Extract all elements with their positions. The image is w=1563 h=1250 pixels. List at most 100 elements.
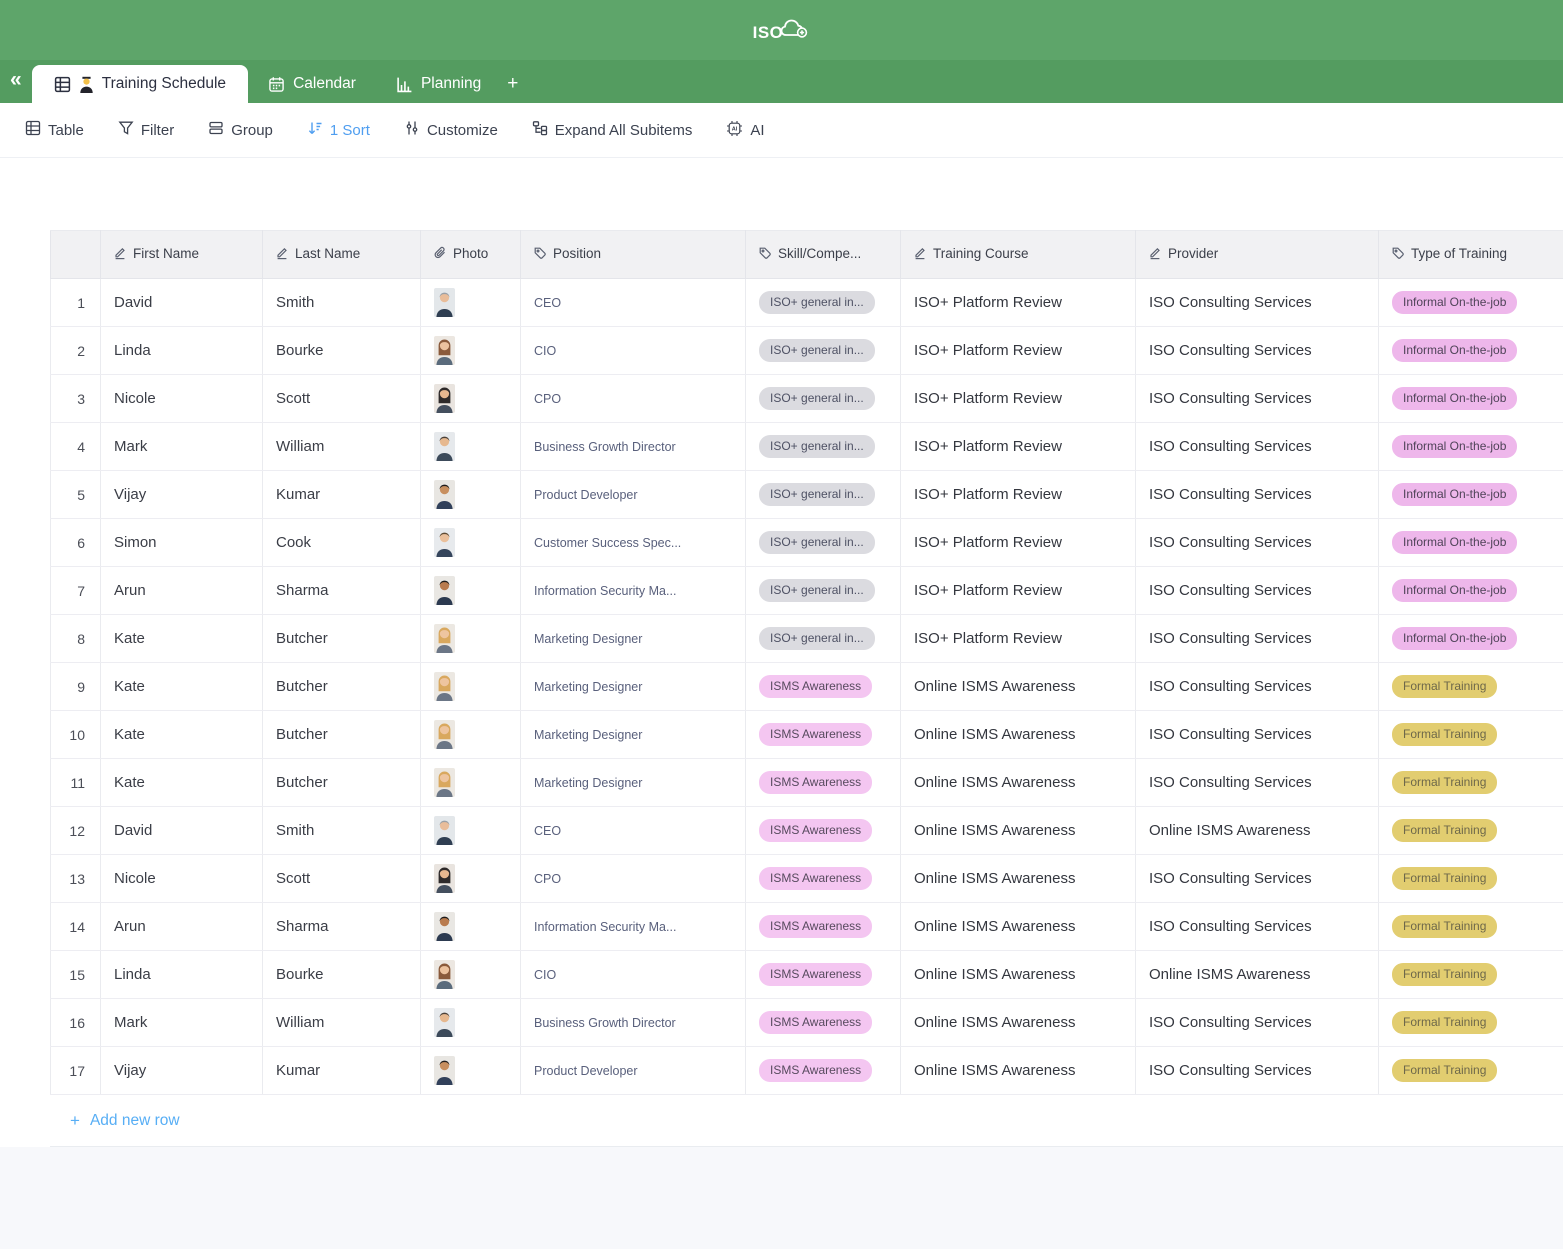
cell-provider[interactable]: ISO Consulting Services (1136, 375, 1379, 423)
group-button[interactable]: Group (208, 120, 273, 140)
cell-first-name[interactable]: Linda (101, 951, 263, 999)
cell-position[interactable]: CPO (521, 855, 746, 903)
cell-last-name[interactable]: Kumar (263, 471, 421, 519)
header-provider[interactable]: Provider (1136, 231, 1379, 279)
cell-provider[interactable]: Online ISMS Awareness (1136, 951, 1379, 999)
cell-last-name[interactable]: Kumar (263, 1047, 421, 1095)
cell-type-of-training[interactable]: Informal On-the-job (1379, 567, 1563, 615)
cell-position[interactable]: Information Security Ma... (521, 567, 746, 615)
expand-subitems-button[interactable]: Expand All Subitems (532, 120, 693, 140)
header-type-of-training[interactable]: Type of Training (1379, 231, 1563, 279)
cell-first-name[interactable]: Kate (101, 615, 263, 663)
cell-position[interactable]: Marketing Designer (521, 615, 746, 663)
cell-photo[interactable] (421, 567, 521, 615)
cell-first-name[interactable]: Kate (101, 759, 263, 807)
cell-provider[interactable]: ISO Consulting Services (1136, 519, 1379, 567)
cell-training-course[interactable]: Online ISMS Awareness (901, 759, 1136, 807)
cell-training-course[interactable]: Online ISMS Awareness (901, 663, 1136, 711)
cell-position[interactable]: CPO (521, 375, 746, 423)
cell-position[interactable]: CEO (521, 279, 746, 327)
cell-type-of-training[interactable]: Formal Training (1379, 807, 1563, 855)
cell-row-number[interactable]: 4 (51, 423, 101, 471)
cell-skill[interactable]: ISMS Awareness (746, 855, 901, 903)
cell-position[interactable]: Marketing Designer (521, 759, 746, 807)
cell-provider[interactable]: ISO Consulting Services (1136, 711, 1379, 759)
cell-type-of-training[interactable]: Formal Training (1379, 759, 1563, 807)
cell-provider[interactable]: ISO Consulting Services (1136, 855, 1379, 903)
cell-photo[interactable] (421, 423, 521, 471)
cell-row-number[interactable]: 17 (51, 1047, 101, 1095)
cell-skill[interactable]: ISO+ general in... (746, 615, 901, 663)
cell-photo[interactable] (421, 615, 521, 663)
cell-training-course[interactable]: ISO+ Platform Review (901, 279, 1136, 327)
cell-photo[interactable] (421, 663, 521, 711)
cell-skill[interactable]: ISO+ general in... (746, 567, 901, 615)
cell-last-name[interactable]: Butcher (263, 711, 421, 759)
cell-provider[interactable]: Online ISMS Awareness (1136, 807, 1379, 855)
cell-provider[interactable]: ISO Consulting Services (1136, 423, 1379, 471)
add-tab-button[interactable]: + (501, 73, 532, 103)
cell-type-of-training[interactable]: Informal On-the-job (1379, 279, 1563, 327)
cell-position[interactable]: Product Developer (521, 471, 746, 519)
cell-last-name[interactable]: Scott (263, 375, 421, 423)
header-position[interactable]: Position (521, 231, 746, 279)
cell-type-of-training[interactable]: Formal Training (1379, 855, 1563, 903)
cell-position[interactable]: Business Growth Director (521, 423, 746, 471)
table-view-button[interactable]: Table (25, 120, 84, 140)
cell-row-number[interactable]: 16 (51, 999, 101, 1047)
cell-row-number[interactable]: 12 (51, 807, 101, 855)
cell-position[interactable]: Business Growth Director (521, 999, 746, 1047)
customize-button[interactable]: Customize (404, 120, 498, 140)
cell-photo[interactable] (421, 951, 521, 999)
cell-type-of-training[interactable]: Formal Training (1379, 903, 1563, 951)
cell-last-name[interactable]: Sharma (263, 567, 421, 615)
cell-last-name[interactable]: William (263, 423, 421, 471)
cell-photo[interactable] (421, 375, 521, 423)
cell-row-number[interactable]: 2 (51, 327, 101, 375)
tab-training-schedule[interactable]: Training Schedule (32, 65, 248, 103)
cell-row-number[interactable]: 7 (51, 567, 101, 615)
cell-position[interactable]: CIO (521, 951, 746, 999)
cell-first-name[interactable]: Vijay (101, 1047, 263, 1095)
cell-row-number[interactable]: 13 (51, 855, 101, 903)
tab-calendar[interactable]: Calendar (248, 65, 376, 103)
cell-photo[interactable] (421, 1047, 521, 1095)
header-photo[interactable]: Photo (421, 231, 521, 279)
cell-row-number[interactable]: 9 (51, 663, 101, 711)
cell-photo[interactable] (421, 519, 521, 567)
cell-training-course[interactable]: ISO+ Platform Review (901, 471, 1136, 519)
cell-photo[interactable] (421, 279, 521, 327)
cell-training-course[interactable]: Online ISMS Awareness (901, 807, 1136, 855)
cell-first-name[interactable]: Vijay (101, 471, 263, 519)
cell-row-number[interactable]: 1 (51, 279, 101, 327)
header-skill[interactable]: Skill/Compe... (746, 231, 901, 279)
collapse-sidebar-icon[interactable]: « (10, 69, 22, 90)
cell-first-name[interactable]: Mark (101, 999, 263, 1047)
tab-planning[interactable]: Planning (376, 65, 501, 103)
cell-last-name[interactable]: Smith (263, 279, 421, 327)
cell-first-name[interactable]: Mark (101, 423, 263, 471)
cell-skill[interactable]: ISMS Awareness (746, 663, 901, 711)
cell-provider[interactable]: ISO Consulting Services (1136, 759, 1379, 807)
cell-provider[interactable]: ISO Consulting Services (1136, 471, 1379, 519)
cell-last-name[interactable]: Bourke (263, 327, 421, 375)
cell-first-name[interactable]: David (101, 807, 263, 855)
cell-last-name[interactable]: Cook (263, 519, 421, 567)
cell-first-name[interactable]: Linda (101, 327, 263, 375)
ai-button[interactable]: AI AI (726, 120, 764, 141)
cell-skill[interactable]: ISMS Awareness (746, 759, 901, 807)
cell-skill[interactable]: ISO+ general in... (746, 471, 901, 519)
cell-type-of-training[interactable]: Informal On-the-job (1379, 375, 1563, 423)
cell-row-number[interactable]: 15 (51, 951, 101, 999)
cell-provider[interactable]: ISO Consulting Services (1136, 1047, 1379, 1095)
cell-row-number[interactable]: 14 (51, 903, 101, 951)
cell-type-of-training[interactable]: Formal Training (1379, 663, 1563, 711)
cell-position[interactable]: CEO (521, 807, 746, 855)
cell-position[interactable]: Information Security Ma... (521, 903, 746, 951)
cell-skill[interactable]: ISO+ general in... (746, 375, 901, 423)
cell-type-of-training[interactable]: Formal Training (1379, 711, 1563, 759)
header-last-name[interactable]: Last Name (263, 231, 421, 279)
cell-provider[interactable]: ISO Consulting Services (1136, 279, 1379, 327)
cell-skill[interactable]: ISMS Awareness (746, 999, 901, 1047)
cell-training-course[interactable]: ISO+ Platform Review (901, 615, 1136, 663)
